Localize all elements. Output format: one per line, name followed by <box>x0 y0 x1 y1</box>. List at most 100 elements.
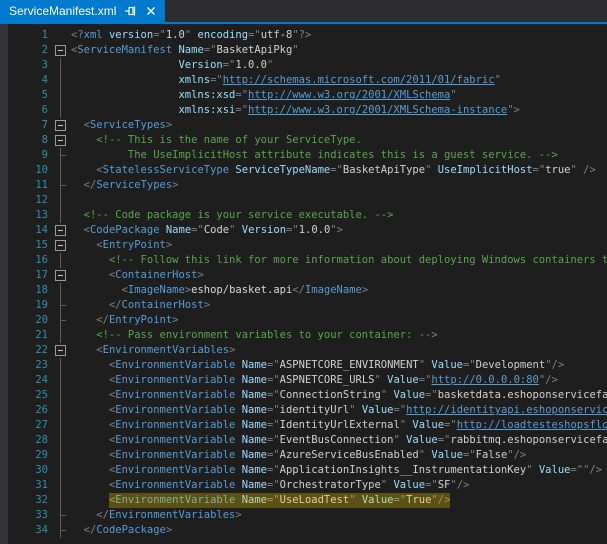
code-text[interactable]: <!-- Pass environment variables to your … <box>69 328 607 343</box>
fold-margin <box>53 373 69 388</box>
code-text[interactable]: <EnvironmentVariable Name="ApplicationIn… <box>69 463 607 478</box>
code-text[interactable]: </ContainerHost> <box>69 298 607 313</box>
code-text[interactable]: <?xml version="1.0" encoding="utf-8"?> <box>69 28 607 43</box>
line-number: 11 <box>8 178 53 193</box>
code-text[interactable]: <!-- Follow this link for more informati… <box>69 253 607 268</box>
line-number: 30 <box>8 463 53 478</box>
code-text[interactable]: <CodePackage Name="Code" Version="1.0.0"… <box>69 223 607 238</box>
fold-collapse-icon[interactable] <box>55 225 66 236</box>
pin-icon[interactable] <box>123 4 137 18</box>
code-text[interactable]: xmlns:xsi="http://www.w3.org/2001/XMLSch… <box>69 103 607 118</box>
code-editor[interactable]: 1<?xml version="1.0" encoding="utf-8"?>2… <box>0 24 607 544</box>
code-line: 25 <EnvironmentVariable Name="Connection… <box>8 388 607 403</box>
code-text[interactable]: </EntryPoint> <box>69 313 607 328</box>
fold-margin <box>53 28 69 43</box>
code-text[interactable]: <EnvironmentVariable Name="ASPNETCORE_EN… <box>69 358 607 373</box>
code-text[interactable]: <EnvironmentVariables> <box>69 343 607 358</box>
tab-servicemanifest[interactable]: ServiceManifest.xml <box>0 0 165 22</box>
code-text[interactable]: </CodePackage> <box>69 523 607 538</box>
code-text[interactable]: <EnvironmentVariable Name="identityUrl" … <box>69 403 607 418</box>
line-number: 6 <box>8 103 53 118</box>
close-icon[interactable] <box>144 4 158 18</box>
fold-collapse-icon[interactable] <box>55 270 66 281</box>
fold-margin <box>53 313 69 328</box>
code-text[interactable]: The UseImplicitHost attribute indicates … <box>69 148 607 163</box>
fold-collapse-icon[interactable] <box>55 45 66 56</box>
line-number: 26 <box>8 403 53 418</box>
fold-margin <box>53 253 69 268</box>
code-line: 34 </CodePackage> <box>8 523 607 538</box>
line-number: 27 <box>8 418 53 433</box>
code-line: 20 </EntryPoint> <box>8 313 607 328</box>
fold-collapse-icon[interactable] <box>55 345 66 356</box>
line-number: 9 <box>8 148 53 163</box>
code-line: 13 <!-- Code package is your service exe… <box>8 208 607 223</box>
code-line: 19 </ContainerHost> <box>8 298 607 313</box>
code-line: 3 Version="1.0.0" <box>8 58 607 73</box>
line-number: 34 <box>8 523 53 538</box>
code-line: 8 <!-- This is the name of your ServiceT… <box>8 133 607 148</box>
fold-margin <box>53 103 69 118</box>
code-text[interactable]: xmlns:xsd="http://www.w3.org/2001/XMLSch… <box>69 88 607 103</box>
code-line: 9 The UseImplicitHost attribute indicate… <box>8 148 607 163</box>
search-highlight: <EnvironmentVariable Name="UseLoadTest" … <box>109 493 450 508</box>
fold-collapse-icon[interactable] <box>55 135 66 146</box>
code-text[interactable]: Version="1.0.0" <box>69 58 607 73</box>
fold-region <box>53 238 69 253</box>
line-number: 13 <box>8 208 53 223</box>
line-number: 2 <box>8 43 53 58</box>
fold-margin <box>53 463 69 478</box>
code-line: 30 <EnvironmentVariable Name="Applicatio… <box>8 463 607 478</box>
fold-margin <box>53 448 69 463</box>
code-line: 14 <CodePackage Name="Code" Version="1.0… <box>8 223 607 238</box>
line-number: 5 <box>8 88 53 103</box>
code-lines-container: 1<?xml version="1.0" encoding="utf-8"?>2… <box>8 24 607 544</box>
line-number: 18 <box>8 283 53 298</box>
line-number: 33 <box>8 508 53 523</box>
code-text[interactable]: <ServiceManifest Name="BasketApiPkg" <box>69 43 607 58</box>
code-text[interactable]: <EnvironmentVariable Name="ASPNETCORE_UR… <box>69 373 607 388</box>
code-text[interactable]: <EnvironmentVariable Name="ConnectionStr… <box>69 388 607 403</box>
code-line: 12 <box>8 193 607 208</box>
code-line: 32 <EnvironmentVariable Name="UseLoadTes… <box>8 493 607 508</box>
code-text[interactable]: <!-- Code package is your service execut… <box>69 208 607 223</box>
line-number: 20 <box>8 313 53 328</box>
code-text[interactable]: xmlns="http://schemas.microsoft.com/2011… <box>69 73 607 88</box>
code-line: 28 <EnvironmentVariable Name="EventBusCo… <box>8 433 607 448</box>
line-number: 8 <box>8 133 53 148</box>
code-text[interactable]: <EntryPoint> <box>69 238 607 253</box>
fold-collapse-icon[interactable] <box>55 240 66 251</box>
fold-margin <box>53 328 69 343</box>
code-text[interactable]: <StatelessServiceType ServiceTypeName="B… <box>69 163 607 178</box>
fold-margin <box>53 283 69 298</box>
code-text[interactable]: <ContainerHost> <box>69 268 607 283</box>
line-number: 10 <box>8 163 53 178</box>
code-text[interactable]: </ServiceTypes> <box>69 178 607 193</box>
code-text[interactable]: <EnvironmentVariable Name="UseLoadTest" … <box>69 493 607 508</box>
fold-margin <box>53 178 69 193</box>
code-text[interactable]: <ImageName>eshop/basket.api</ImageName> <box>69 283 607 298</box>
code-text[interactable]: <EnvironmentVariable Name="OrchestratorT… <box>69 478 607 493</box>
fold-margin <box>53 418 69 433</box>
code-line: 5 xmlns:xsd="http://www.w3.org/2001/XMLS… <box>8 88 607 103</box>
fold-margin <box>53 193 69 208</box>
code-line: 29 <EnvironmentVariable Name="AzureServi… <box>8 448 607 463</box>
line-number: 23 <box>8 358 53 373</box>
code-line: 10 <StatelessServiceType ServiceTypeName… <box>8 163 607 178</box>
code-line: 24 <EnvironmentVariable Name="ASPNETCORE… <box>8 373 607 388</box>
code-text[interactable]: </EnvironmentVariables> <box>69 508 607 523</box>
code-text[interactable]: <EnvironmentVariable Name="IdentityUrlEx… <box>69 418 607 433</box>
code-text[interactable]: <ServiceTypes> <box>69 118 607 133</box>
fold-margin <box>53 358 69 373</box>
fold-collapse-icon[interactable] <box>55 120 66 131</box>
fold-margin <box>53 148 69 163</box>
fold-margin <box>53 433 69 448</box>
fold-margin <box>53 403 69 418</box>
code-text[interactable]: <EnvironmentVariable Name="EventBusConne… <box>69 433 607 448</box>
code-text[interactable]: <EnvironmentVariable Name="AzureServiceB… <box>69 448 607 463</box>
code-line: 21 <!-- Pass environment variables to yo… <box>8 328 607 343</box>
code-text[interactable] <box>69 193 607 208</box>
code-line: 16 <!-- Follow this link for more inform… <box>8 253 607 268</box>
code-text[interactable]: <!-- This is the name of your ServiceTyp… <box>69 133 607 148</box>
line-number: 15 <box>8 238 53 253</box>
